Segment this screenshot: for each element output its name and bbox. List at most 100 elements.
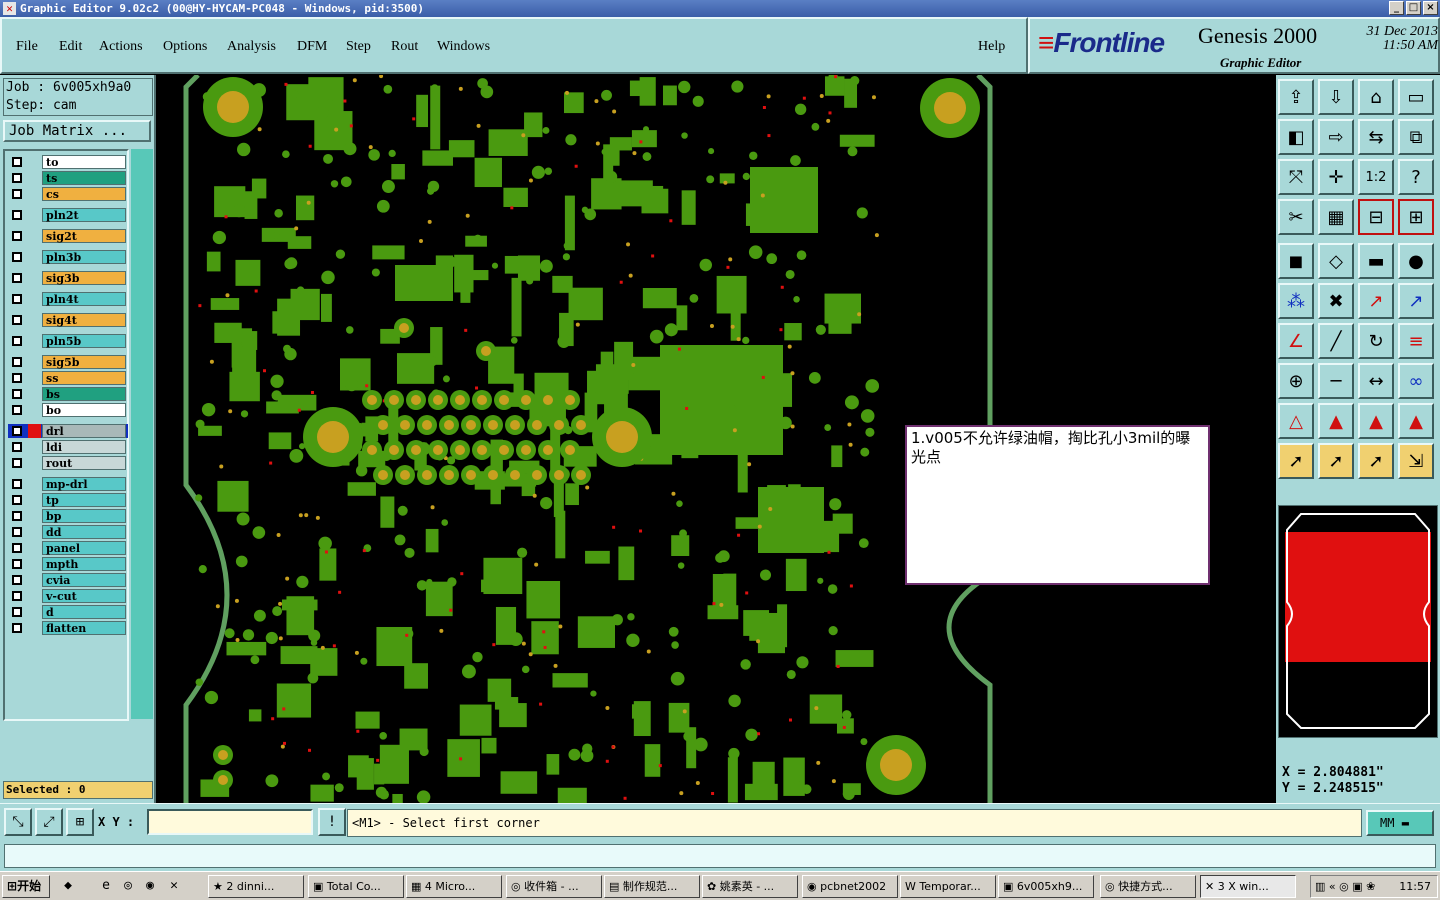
layer-checkbox[interactable]: [12, 373, 22, 383]
layer-checkbox[interactable]: [12, 294, 22, 304]
layer-row-panel[interactable]: panel: [8, 541, 128, 555]
layer-name[interactable]: bo: [42, 403, 126, 417]
layer-row-sig2t[interactable]: sig2t: [8, 229, 128, 243]
arc-icon[interactable]: ↻: [1358, 323, 1394, 359]
layer-checkbox[interactable]: [12, 336, 22, 346]
net-left-icon[interactable]: ⊟: [1358, 199, 1394, 235]
layer-name[interactable]: mpth: [42, 557, 126, 571]
layer-checkbox[interactable]: [12, 511, 22, 521]
minimize-button[interactable]: _: [1389, 1, 1404, 15]
layer-checkbox[interactable]: [12, 527, 22, 537]
layer-checkbox[interactable]: [12, 389, 22, 399]
layer-name[interactable]: bs: [42, 387, 126, 401]
layer-row-pln3b[interactable]: pln3b: [8, 250, 128, 264]
layer-checkbox[interactable]: [12, 231, 22, 241]
triangle-c-icon[interactable]: ▲: [1398, 403, 1434, 439]
layer-row-dd[interactable]: dd: [8, 525, 128, 539]
taskbar-task[interactable]: ★ 2 dinni...: [208, 875, 304, 898]
layer-checkbox[interactable]: [12, 405, 22, 415]
layer-name[interactable]: sig3b: [42, 271, 126, 285]
layer-row-pln4t[interactable]: pln4t: [8, 292, 128, 306]
layer-name[interactable]: ss: [42, 371, 126, 385]
measure-icon[interactable]: ↔: [1358, 363, 1394, 399]
route-icon[interactable]: ⇲: [1398, 443, 1434, 479]
grid-button[interactable]: ⊞: [66, 808, 94, 836]
layer-checkbox[interactable]: [12, 543, 22, 553]
taskbar-task[interactable]: ◎ 快捷方式...: [1100, 875, 1196, 898]
taskbar-task[interactable]: ✕ 3 X win...: [1200, 875, 1296, 898]
layer-row-sig5b[interactable]: sig5b: [8, 355, 128, 369]
layer-row-cvia[interactable]: cvia: [8, 573, 128, 587]
layer-scrollbar[interactable]: [131, 149, 153, 719]
net-right-icon[interactable]: ⊞: [1398, 199, 1434, 235]
help-icon[interactable]: ?: [1398, 159, 1434, 195]
layer-checkbox[interactable]: [12, 210, 22, 220]
center-icon[interactable]: ✛: [1318, 159, 1354, 195]
layer-name[interactable]: cvia: [42, 573, 126, 587]
layer-row-sig4t[interactable]: sig4t: [8, 313, 128, 327]
zoom-home-icon[interactable]: ⇪: [1278, 79, 1314, 115]
layer-name[interactable]: cs: [42, 187, 126, 201]
taskbar-task[interactable]: ▤ 制作规范...: [604, 875, 700, 898]
snap-red-icon[interactable]: ↗: [1398, 283, 1434, 319]
layer-row-v-cut[interactable]: v-cut: [8, 589, 128, 603]
layer-name[interactable]: ts: [42, 171, 126, 185]
alert-button[interactable]: !: [318, 808, 346, 836]
layer-name[interactable]: pln3b: [42, 250, 126, 264]
layer-row-mp-drl[interactable]: mp-drl: [8, 477, 128, 491]
layer-name[interactable]: d: [42, 605, 126, 619]
layer-row-sig3b[interactable]: sig3b: [8, 271, 128, 285]
text-icon[interactable]: ≡: [1398, 323, 1434, 359]
layer-checkbox[interactable]: [12, 458, 22, 468]
layer-checkbox[interactable]: [12, 273, 22, 283]
cross-icon[interactable]: ✖: [1318, 283, 1354, 319]
menu-actions[interactable]: Actions: [99, 39, 143, 55]
units-selector[interactable]: MM ▬: [1366, 810, 1434, 836]
layer-checkbox[interactable]: [12, 607, 22, 617]
layer-name[interactable]: bp: [42, 509, 126, 523]
layer-checkbox[interactable]: [12, 315, 22, 325]
layer-row-bs[interactable]: bs: [8, 387, 128, 401]
layer-name[interactable]: pln5b: [42, 334, 126, 348]
start-button[interactable]: ⊞开始: [2, 875, 50, 898]
triangle-a-icon[interactable]: ▲: [1318, 403, 1354, 439]
outlook-icon[interactable]: ◎: [120, 878, 136, 894]
ie-icon[interactable]: e: [98, 878, 114, 894]
line-icon[interactable]: ╱: [1318, 323, 1354, 359]
menu-rout[interactable]: Rout: [391, 39, 418, 55]
layer-checkbox[interactable]: [12, 357, 22, 367]
layer-checkbox[interactable]: [12, 189, 22, 199]
angle-icon[interactable]: ∠: [1278, 323, 1314, 359]
menu-options[interactable]: Options: [163, 39, 207, 55]
layer-row-tp[interactable]: tp: [8, 493, 128, 507]
ruler-icon[interactable]: ▬: [1358, 243, 1394, 279]
swap-icon[interactable]: ⇆: [1358, 119, 1394, 155]
pan-left-icon[interactable]: ◧: [1278, 119, 1314, 155]
menu-windows[interactable]: Windows: [437, 39, 490, 55]
layer-checkbox[interactable]: [12, 479, 22, 489]
connect-icon[interactable]: ⁂: [1278, 283, 1314, 319]
layer-name[interactable]: drl: [42, 424, 126, 438]
layer-row-to[interactable]: to: [8, 155, 128, 169]
layer-name[interactable]: pln2t: [42, 208, 126, 222]
job-matrix-button[interactable]: Job Matrix ...: [3, 120, 151, 142]
genesis-icon[interactable]: ✕: [166, 878, 182, 894]
pointer-icon[interactable]: ➚: [1278, 443, 1314, 479]
taskbar-task[interactable]: ▣ Total Co...: [308, 875, 404, 898]
minimap[interactable]: [1278, 505, 1438, 738]
layer-row-cs[interactable]: cs: [8, 187, 128, 201]
layer-name[interactable]: v-cut: [42, 589, 126, 603]
pan-right-icon[interactable]: ⇨: [1318, 119, 1354, 155]
layer-row-pln5b[interactable]: pln5b: [8, 334, 128, 348]
layer-row-ts[interactable]: ts: [8, 171, 128, 185]
taskbar-task[interactable]: ✿ 姚素英 - ...: [702, 875, 798, 898]
layer-name[interactable]: panel: [42, 541, 126, 555]
layer-checkbox[interactable]: [12, 173, 22, 183]
layer-row-d[interactable]: d: [8, 605, 128, 619]
layer-row-mpth[interactable]: mpth: [8, 557, 128, 571]
select-icon[interactable]: ➚: [1318, 443, 1354, 479]
zoom-prev-icon[interactable]: ⇩: [1318, 79, 1354, 115]
polygon-icon[interactable]: ◇: [1318, 243, 1354, 279]
taskbar-task[interactable]: ◉ pcbnet2002: [802, 875, 898, 898]
layer-name[interactable]: sig5b: [42, 355, 126, 369]
